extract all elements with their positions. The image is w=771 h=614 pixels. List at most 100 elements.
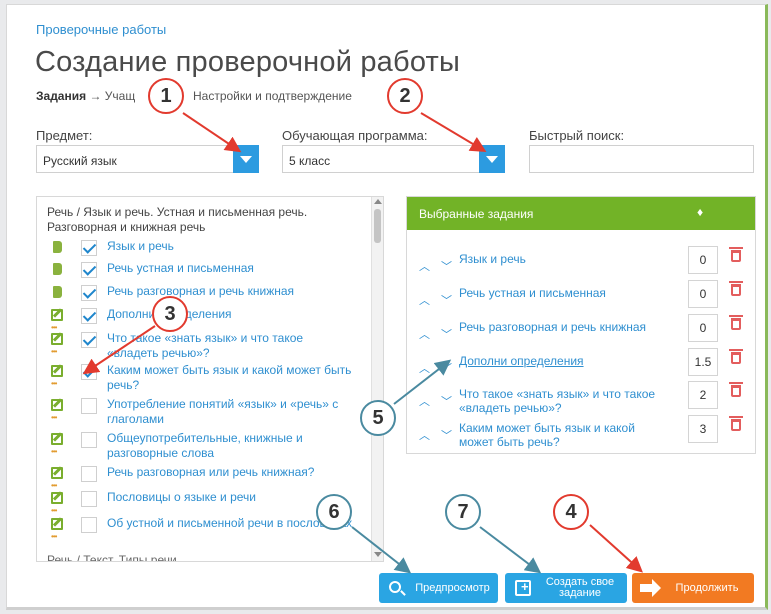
reorder-icon[interactable]: ︿ ﹀ xyxy=(419,360,456,376)
difficulty-dots-icon: ••• xyxy=(51,447,57,456)
trash-icon[interactable] xyxy=(729,416,743,431)
selected-label[interactable]: Дополни определения xyxy=(459,354,669,368)
points-input[interactable]: 0 xyxy=(688,280,718,308)
task-checkbox[interactable] xyxy=(81,332,97,348)
task-label[interactable]: Дополни определения xyxy=(107,307,355,322)
reorder-icon[interactable]: ︿ ﹀ xyxy=(419,326,456,342)
continue-button[interactable]: Продолжить xyxy=(632,573,754,603)
points-input[interactable]: 0 xyxy=(688,314,718,342)
selected-label[interactable]: Речь разговорная и речь книжная xyxy=(459,320,669,334)
book-icon xyxy=(53,241,62,253)
callout-4: 4 xyxy=(553,494,589,530)
points-input[interactable]: 1.5 xyxy=(688,348,718,376)
task-label[interactable]: Речь разговорная или речь книжная? xyxy=(107,465,355,480)
breadcrumb[interactable]: Проверочные работы xyxy=(36,22,166,37)
edit-icon xyxy=(51,365,63,377)
program-select-value: 5 класс xyxy=(289,154,331,168)
task-checkbox[interactable] xyxy=(81,491,97,507)
add-icon xyxy=(515,579,531,596)
task-row[interactable]: ••• Употребление понятий «язык» и «речь» … xyxy=(45,397,365,427)
points-input[interactable]: 0 xyxy=(688,246,718,274)
task-label[interactable]: Речь разговорная и речь книжная xyxy=(107,284,355,299)
task-checkbox[interactable] xyxy=(81,517,97,533)
edit-icon xyxy=(51,492,63,504)
program-select[interactable]: 5 класс xyxy=(282,145,505,173)
callout-7: 7 xyxy=(445,494,481,530)
selected-label[interactable]: Язык и речь xyxy=(459,252,669,266)
task-checkbox[interactable] xyxy=(81,308,97,324)
selected-row: ︿ ﹀ Дополни определения 1.5 xyxy=(407,348,755,384)
difficulty-dots-icon: ••• xyxy=(51,481,57,490)
task-checkbox[interactable] xyxy=(81,262,97,278)
edit-icon xyxy=(51,399,63,411)
difficulty-dots-icon: ••• xyxy=(51,532,57,541)
selected-label[interactable]: Что такое «знать язык» и что такое «влад… xyxy=(459,387,669,415)
task-checkbox[interactable] xyxy=(81,398,97,414)
trash-icon[interactable] xyxy=(729,382,743,397)
scroll-up-icon[interactable] xyxy=(374,199,382,204)
reorder-icon[interactable]: ︿ ﹀ xyxy=(419,292,456,308)
task-label[interactable]: Общеупотребительные, книжные и разговорн… xyxy=(107,431,355,461)
selected-tasks-header: Выбранные задания ♦ xyxy=(407,197,755,230)
callout-3: 3 xyxy=(152,296,188,332)
chevron-down-icon[interactable] xyxy=(479,145,505,173)
selected-row: ︿ ﹀ Речь устная и письменная 0 xyxy=(407,280,755,316)
trash-icon[interactable] xyxy=(729,349,743,364)
step-arrow: → xyxy=(89,89,102,103)
task-checkbox[interactable] xyxy=(81,285,97,301)
arrow-right-icon xyxy=(640,579,661,597)
task-row[interactable]: ••• Каким может быть язык и какой может б… xyxy=(45,363,365,393)
trash-icon[interactable] xyxy=(729,281,743,296)
search-input[interactable] xyxy=(529,145,754,173)
callout-1: 1 xyxy=(148,78,184,114)
book-icon xyxy=(53,263,62,275)
task-checkbox[interactable] xyxy=(81,432,97,448)
task-label[interactable]: Речь устная и письменная xyxy=(107,261,355,276)
preview-button[interactable]: Предпросмотр xyxy=(379,573,498,603)
create-task-button[interactable]: Создать свое задание xyxy=(505,573,627,603)
callout-5: 5 xyxy=(360,400,396,436)
book-icon xyxy=(53,286,62,298)
task-row[interactable]: ••• Общеупотребительные, книжные и разгов… xyxy=(45,431,365,461)
scrollbar-thumb[interactable] xyxy=(374,209,381,243)
task-checkbox[interactable] xyxy=(81,466,97,482)
points-header-icon: ♦ xyxy=(697,205,704,219)
task-label[interactable]: Язык и речь xyxy=(107,239,355,254)
search-icon xyxy=(389,581,401,593)
task-checkbox[interactable] xyxy=(81,364,97,380)
reorder-icon[interactable]: ︿ ﹀ xyxy=(419,427,456,443)
points-input[interactable]: 3 xyxy=(688,415,718,443)
task-row[interactable]: ••• Что такое «знать язык» и что такое «в… xyxy=(45,331,365,361)
edit-icon xyxy=(51,309,63,321)
subject-select[interactable]: Русский язык xyxy=(36,145,259,173)
reorder-icon[interactable]: ︿ ﹀ xyxy=(419,258,456,274)
edit-icon xyxy=(51,333,63,345)
reorder-icon[interactable]: ︿ ﹀ xyxy=(419,393,456,409)
edit-icon xyxy=(51,518,63,530)
trash-icon[interactable] xyxy=(729,315,743,330)
wizard-steps: Задания → Учащ Настройки и подтверждение xyxy=(36,89,352,103)
scrollbar[interactable] xyxy=(371,197,383,561)
selected-tasks-title: Выбранные задания xyxy=(419,207,534,221)
next-section-title: Речь / Текст. Типы речи xyxy=(47,553,177,562)
preview-button-label: Предпросмотр xyxy=(415,581,490,594)
points-input[interactable]: 2 xyxy=(688,381,718,409)
step-students[interactable]: Учащ xyxy=(105,89,135,103)
task-row[interactable]: ••• Об устной и письменной речи в послови… xyxy=(45,516,365,546)
task-label[interactable]: Что такое «знать язык» и что такое «влад… xyxy=(107,331,355,361)
selected-label[interactable]: Речь устная и письменная xyxy=(459,286,669,300)
step-settings[interactable]: Настройки и подтверждение xyxy=(193,89,352,103)
task-checkbox[interactable] xyxy=(81,240,97,256)
scroll-down-icon[interactable] xyxy=(374,552,382,557)
continue-button-label: Продолжить xyxy=(675,581,739,594)
trash-icon[interactable] xyxy=(729,247,743,262)
selected-label[interactable]: Каким может быть язык и какой может быть… xyxy=(459,421,669,449)
task-label[interactable]: Употребление понятий «язык» и «речь» с г… xyxy=(107,397,355,427)
task-label[interactable]: Каким может быть язык и какой может быть… xyxy=(107,363,355,393)
chevron-down-icon[interactable] xyxy=(233,145,259,173)
callout-2: 2 xyxy=(387,78,423,114)
search-label: Быстрый поиск: xyxy=(529,128,625,143)
selected-row: ︿ ﹀ Каким может быть язык и какой может б… xyxy=(407,415,755,451)
subject-label: Предмет: xyxy=(36,128,93,143)
step-tasks[interactable]: Задания xyxy=(36,89,86,103)
